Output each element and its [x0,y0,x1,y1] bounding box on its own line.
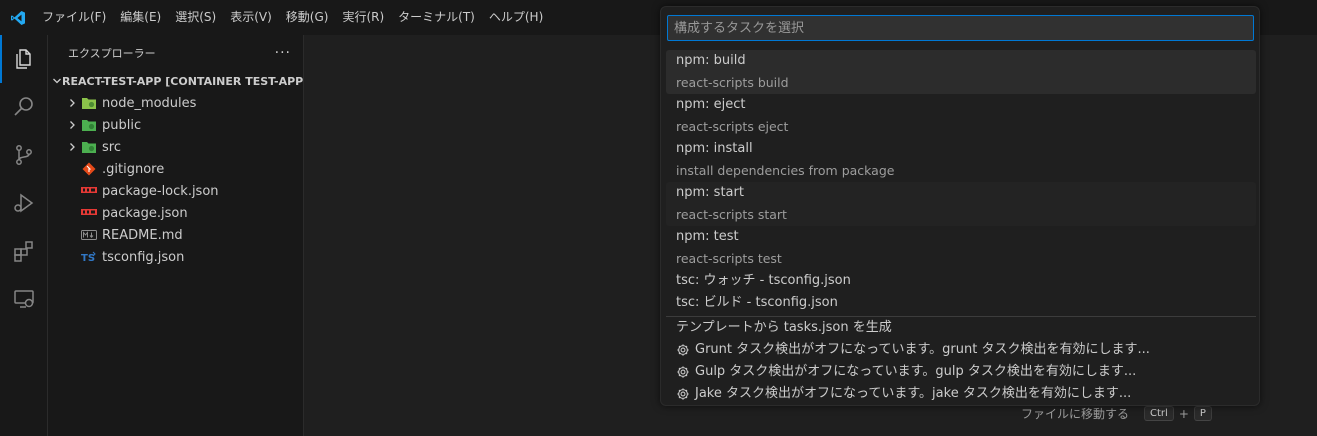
tree-file[interactable]: .gitignore [48,158,303,180]
explorer-sidebar: エクスプローラー ··· REACT-TEST-APP [CONTAINER T… [48,35,304,436]
tree-item-label: package.json [102,205,188,221]
goto-file-hint: ファイルに移動する Ctrl + P [1021,405,1212,422]
tree-item-label: package-lock.json [102,183,219,199]
tree-item-label: tsconfig.json [102,249,185,265]
more-actions-icon[interactable]: ··· [275,45,291,61]
menu-go[interactable]: 移動(G) [279,0,336,35]
file-tree: node_modulespublic src .gitignore package-l… [48,92,303,268]
task-label: tsc: ウォッチ - tsconfig.json [676,273,851,288]
vscode-logo-icon[interactable] [0,0,35,35]
task-description: react-scripts build [676,75,789,90]
menu-help[interactable]: ヘルプ(H) [482,0,550,35]
task-item-npm-build[interactable]: npm: build react-scripts build [666,50,1256,94]
remote-explorer-icon[interactable] [0,275,48,323]
task-label: npm: start [676,185,744,200]
task-label: Jake タスク検出がオフになっています。jake タスク検出を有効にします..… [695,386,1132,401]
git-icon [80,158,98,180]
task-quick-pick: npm: build react-scripts build npm: ejec… [660,6,1260,406]
task-label: npm: eject [676,97,746,112]
menu-run[interactable]: 実行(R) [335,0,391,35]
activity-bar [0,35,48,436]
explorer-icon[interactable] [0,35,48,83]
task-item-tsc-watch[interactable]: tsc: ウォッチ - tsconfig.json [666,270,1256,292]
tree-folder[interactable]: public [48,114,303,136]
src-folder-icon [80,136,98,158]
template-tasks-item[interactable]: テンプレートから tasks.json を生成 [666,317,1256,339]
task-description: react-scripts start [676,207,787,222]
task-label: npm: install [676,141,753,156]
markdown-icon [80,224,98,246]
task-item-npm-test[interactable]: npm: test react-scripts test [666,226,1256,270]
chevron-down-icon [52,70,62,92]
chevron-right-icon [64,114,80,136]
gear-icon [676,339,692,361]
task-label: Grunt タスク検出がオフになっています。grunt タスク検出を有効にします… [695,342,1150,357]
tree-folder[interactable]: src [48,136,303,158]
source-control-icon[interactable] [0,131,48,179]
npm-icon [80,202,98,224]
menu-terminal[interactable]: ターミナル(T) [391,0,482,35]
menu-view[interactable]: 表示(V) [223,0,279,35]
workspace-name: REACT-TEST-APP [CONTAINER TEST-APP (... [62,74,303,88]
npm-icon [80,180,98,202]
tree-item-label: README.md [102,227,183,243]
tree-file[interactable]: package.json [48,202,303,224]
task-search-input[interactable] [667,15,1254,41]
tree-file[interactable]: package-lock.json [48,180,303,202]
task-item-npm-start[interactable]: npm: start react-scripts start [666,182,1256,226]
task-item-npm-eject[interactable]: npm: eject react-scripts eject [666,94,1256,138]
chevron-right-icon [64,136,80,158]
task-label: npm: build [676,53,746,68]
menu-bar: ファイル(F) 編集(E) 選択(S) 表示(V) 移動(G) 実行(R) ター… [35,0,550,35]
workspace-header[interactable]: REACT-TEST-APP [CONTAINER TEST-APP (... [48,70,303,92]
public-folder-icon [80,114,98,136]
task-list: npm: build react-scripts build npm: ejec… [666,50,1256,405]
extensions-icon[interactable] [0,227,48,275]
task-label: テンプレートから tasks.json を生成 [676,320,892,335]
menu-edit[interactable]: 編集(E) [113,0,168,35]
tree-file[interactable]: TS tsconfig.json [48,246,303,268]
tree-folder[interactable]: node_modules [48,92,303,114]
grunt-detection-item[interactable]: Grunt タスク検出がオフになっています。grunt タスク検出を有効にします… [666,339,1256,361]
key-plus: + [1178,406,1189,421]
jake-detection-item[interactable]: Jake タスク検出がオフになっています。jake タスク検出を有効にします..… [666,383,1256,405]
gear-icon [676,361,692,383]
task-description: react-scripts eject [676,119,789,134]
gulp-detection-item[interactable]: Gulp タスク検出がオフになっています。gulp タスク検出を有効にします..… [666,361,1256,383]
tree-item-label: public [102,117,142,133]
run-debug-icon[interactable] [0,179,48,227]
chevron-right-icon [64,92,80,114]
search-icon[interactable] [0,83,48,131]
tree-item-label: node_modules [102,95,197,111]
explorer-title: エクスプローラー [68,46,156,60]
task-label: npm: test [676,229,739,244]
task-label: tsc: ビルド - tsconfig.json [676,295,838,310]
task-description: react-scripts test [676,251,782,266]
gear-icon [676,383,692,405]
explorer-header: エクスプローラー ··· [48,35,303,70]
key-p: P [1193,406,1212,421]
menu-file[interactable]: ファイル(F) [35,0,113,35]
typescript-config-icon: TS [80,246,98,268]
goto-file-label: ファイルに移動する [1021,407,1130,421]
tree-file[interactable]: README.md [48,224,303,246]
tree-item-label: src [102,139,121,155]
task-item-npm-install[interactable]: npm: install install dependencies from p… [666,138,1256,182]
tree-item-label: .gitignore [102,161,165,177]
menu-selection[interactable]: 選択(S) [168,0,223,35]
key-ctrl: Ctrl [1144,406,1174,421]
task-label: Gulp タスク検出がオフになっています。gulp タスク検出を有効にします..… [695,364,1137,379]
svg-text:TS: TS [81,253,95,264]
task-item-tsc-build[interactable]: tsc: ビルド - tsconfig.json [666,292,1256,314]
task-description: install dependencies from package [676,163,895,178]
node-folder-icon [80,92,98,114]
